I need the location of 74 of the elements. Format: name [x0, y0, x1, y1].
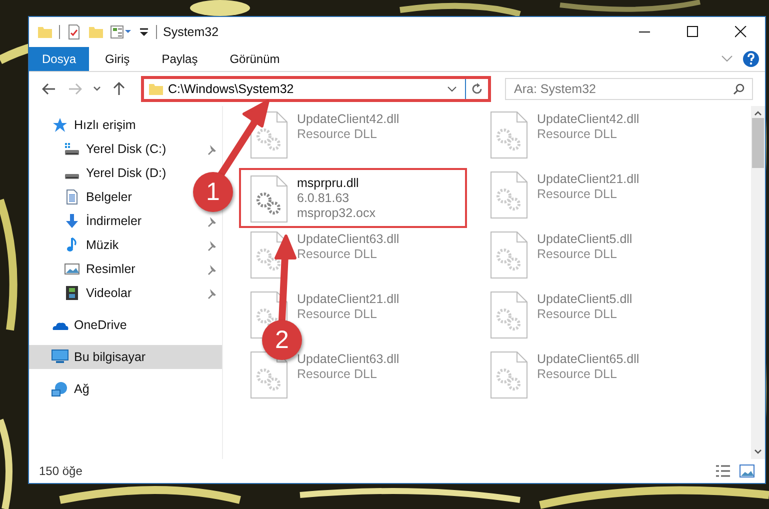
- file-detail: Resource DLL: [537, 127, 618, 142]
- dropdown-icon[interactable]: [447, 86, 457, 92]
- file-name: msprpru.dll: [297, 176, 360, 191]
- maximize-icon[interactable]: [687, 26, 699, 38]
- file-detail: Resource DLL: [297, 307, 378, 322]
- computer-icon: [51, 349, 69, 365]
- file-detail: Resource DLL: [537, 367, 618, 382]
- ribbon-tab[interactable]: Dosya: [29, 47, 90, 71]
- back-icon[interactable]: [42, 83, 56, 95]
- sidebar-item[interactable]: Müzik: [29, 233, 125, 257]
- file-name: UpdateClient65.dll: [537, 352, 640, 367]
- pin-icon[interactable]: [206, 287, 218, 299]
- file-tile[interactable]: msprpru.dll 6.0.81.63 msprop32.ocx: [239, 168, 467, 228]
- search-icon[interactable]: [733, 83, 745, 95]
- properties-icon[interactable]: [66, 24, 82, 40]
- large-icons-view-icon[interactable]: [739, 464, 755, 478]
- ribbon-tab[interactable]: Görünüm: [214, 47, 296, 71]
- picture-icon: [64, 261, 80, 277]
- document-icon: [64, 189, 80, 205]
- recent-locations-icon[interactable]: [93, 86, 101, 92]
- window-title: System32: [163, 25, 220, 39]
- scrollbar[interactable]: [751, 106, 765, 459]
- file-detail: msprop32.ocx: [297, 206, 376, 221]
- drive-icon: [64, 172, 80, 180]
- download-icon: [64, 213, 80, 229]
- sidebar-item[interactable]: Ağ: [29, 377, 96, 401]
- file-detail: Resource DLL: [297, 247, 378, 262]
- refresh-icon[interactable]: [471, 83, 483, 95]
- star-icon: [52, 117, 68, 133]
- close-icon[interactable]: [735, 26, 747, 38]
- sidebar-item[interactable]: Hızlı erişim: [29, 113, 142, 137]
- scroll-down-icon[interactable]: [754, 449, 762, 455]
- sidebar-item[interactable]: Yerel Disk (C:): [29, 137, 172, 161]
- pin-icon[interactable]: [206, 143, 218, 155]
- sidebar-item[interactable]: İndirmeler: [29, 209, 148, 233]
- file-name: UpdateClient5.dll: [537, 232, 632, 247]
- search-field[interactable]: Ara: System32: [505, 78, 753, 100]
- sidebar-item[interactable]: OneDrive: [29, 313, 133, 337]
- pin-icon[interactable]: [206, 215, 218, 227]
- pin-icon[interactable]: [206, 263, 218, 275]
- sidebar-item[interactable]: Yerel Disk (D:): [29, 161, 172, 185]
- help-icon[interactable]: [743, 51, 759, 67]
- file-detail: Resource DLL: [297, 367, 378, 382]
- file-detail: Resource DLL: [297, 127, 378, 142]
- file-name: UpdateClient21.dll: [297, 292, 400, 307]
- file-detail: Resource DLL: [537, 307, 618, 322]
- network-icon: [51, 381, 69, 397]
- address-bar[interactable]: C:\Windows\System32: [141, 76, 491, 102]
- item-count: 150 öğe: [39, 464, 84, 478]
- sidebar-item[interactable]: Bu bilgisayar: [29, 345, 222, 369]
- drive-icon: [64, 141, 80, 157]
- ribbon-tab[interactable]: Paylaş: [146, 47, 214, 71]
- film-icon: [64, 285, 80, 301]
- ribbon-tab[interactable]: Giriş: [89, 47, 146, 71]
- address-path: C:\Windows\System32: [168, 82, 294, 96]
- view-options-icon[interactable]: [110, 24, 132, 40]
- file-detail: 6.0.81.63: [297, 191, 350, 206]
- sidebar-item[interactable]: Videolar: [29, 281, 138, 305]
- scroll-up-icon[interactable]: [754, 110, 762, 116]
- pin-icon[interactable]: [206, 239, 218, 251]
- file-name: UpdateClient42.dll: [537, 112, 640, 127]
- file-detail: Resource DLL: [537, 187, 618, 202]
- file-name: UpdateClient63.dll: [297, 232, 400, 247]
- sidebar-item[interactable]: Resimler: [29, 257, 142, 281]
- expand-ribbon-icon[interactable]: [721, 55, 733, 63]
- file-detail: Resource DLL: [537, 247, 618, 262]
- file-name: UpdateClient21.dll: [537, 172, 640, 187]
- details-view-icon[interactable]: [715, 464, 731, 478]
- sidebar-item[interactable]: Belgeler: [29, 185, 138, 209]
- folder-icon: [148, 81, 164, 97]
- file-name: UpdateClient5.dll: [537, 292, 632, 307]
- up-icon[interactable]: [113, 82, 125, 96]
- file-name: UpdateClient42.dll: [297, 112, 400, 127]
- scrollbar-thumb[interactable]: [752, 118, 764, 168]
